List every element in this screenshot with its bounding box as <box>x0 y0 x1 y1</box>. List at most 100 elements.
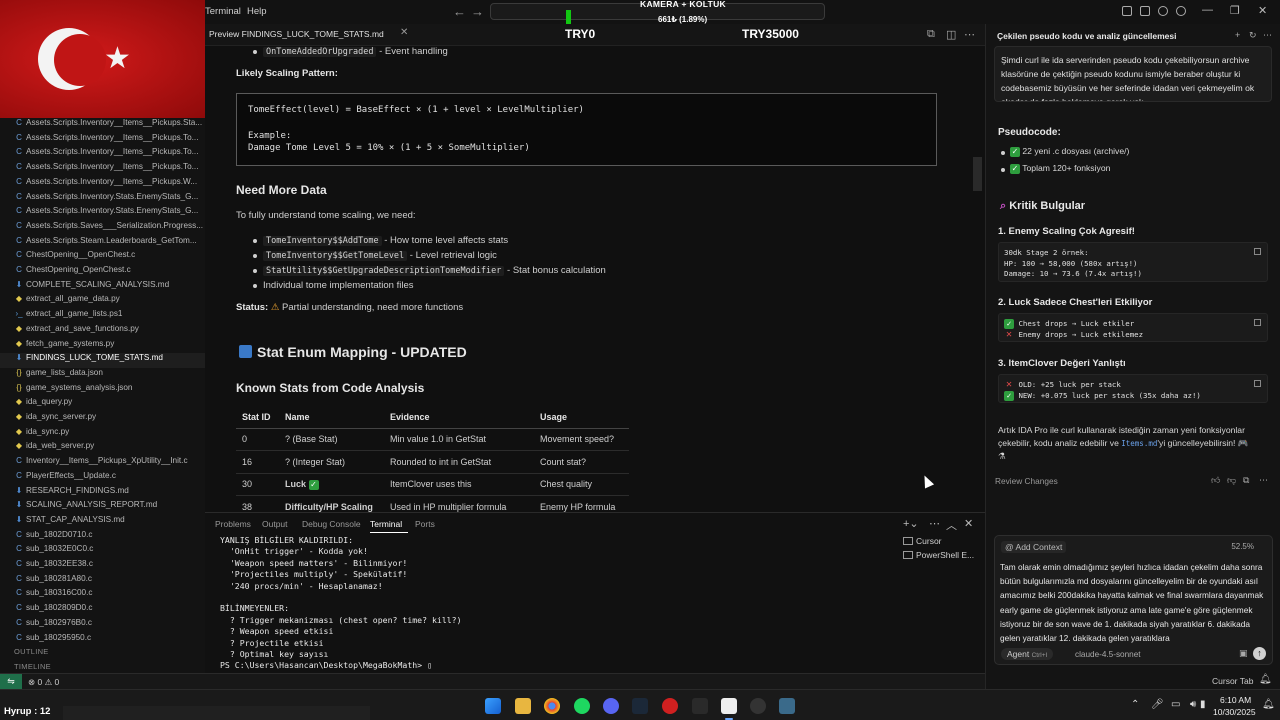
notifications-icon[interactable]: 🔔︎ <box>1262 699 1275 710</box>
file-item[interactable]: ◆ ida_query.py <box>0 397 205 412</box>
file-item[interactable]: ◆ ida_sync.py <box>0 427 205 442</box>
file-item[interactable]: C Assets.Scripts.Inventory__Items__Pickup… <box>0 147 205 162</box>
terminal-output[interactable]: YANLIŞ BİLGİLER KALDIRILDI: 'OnHit trigg… <box>220 535 462 672</box>
file-item[interactable]: {} game_systems_analysis.json <box>0 383 205 398</box>
microphone-icon[interactable]: 🎤︎ <box>1151 699 1164 710</box>
copy-icon[interactable] <box>1254 380 1261 387</box>
file-item[interactable]: Csub_1802809D0.c <box>0 603 205 618</box>
tab-preview-findings[interactable]: Preview FINDINGS_LUCK_TOME_STATS.md <box>209 29 384 39</box>
file-item[interactable]: ◆ ida_sync_server.py <box>0 412 205 427</box>
thumbs-up-icon[interactable]: 👍︎ <box>1211 475 1220 486</box>
send-button[interactable]: ↑ <box>1253 647 1266 660</box>
more-actions-icon[interactable]: ⋯ <box>964 28 975 41</box>
bell-icon[interactable]: 🔔︎ <box>1259 674 1272 685</box>
file-item[interactable]: ⬇ FINDINGS_LUCK_TOME_STATS.md <box>0 353 205 368</box>
file-item[interactable]: C Assets.Scripts.Inventory.Stats.EnemySta… <box>0 192 205 207</box>
copy-icon[interactable] <box>1254 319 1261 326</box>
chat-composer[interactable]: @ Add Context 52.5% Tam olarak emin olma… <box>994 535 1273 665</box>
file-item[interactable]: Csub_1802D0710.c <box>0 530 205 545</box>
network-icon[interactable]: ▭ <box>1171 699 1180 710</box>
spotify-icon[interactable] <box>574 698 590 714</box>
steam-icon[interactable] <box>632 698 648 714</box>
battery-icon[interactable]: ▮ <box>1200 699 1206 710</box>
copy-message-icon[interactable]: ⧉ <box>1243 475 1249 486</box>
windows-start-icon[interactable] <box>485 698 501 714</box>
taskbar-search[interactable] <box>63 706 370 720</box>
history-icon[interactable]: ↻ <box>1249 30 1257 41</box>
more-options-icon[interactable]: ⋯ <box>1259 475 1268 486</box>
image-attach-icon[interactable]: ▣ <box>1239 648 1248 659</box>
file-item[interactable]: ◆ extract_and_save_functions.py <box>0 324 205 339</box>
file-item[interactable]: C Assets.Scripts.Saves___Serialization.Pr… <box>0 221 205 236</box>
file-item[interactable]: C Assets.Scripts.Inventory__Items__Pickup… <box>0 162 205 177</box>
review-changes-link[interactable]: Review Changes <box>995 476 1058 486</box>
chevron-up-icon[interactable]: ⌃ <box>1131 699 1139 710</box>
file-item[interactable]: C PlayerEffects__Update.c <box>0 471 205 486</box>
file-item[interactable]: C ChestOpening_OpenChest.c <box>0 265 205 280</box>
clock-time[interactable]: 6:10 AM <box>1220 695 1251 705</box>
clock-date[interactable]: 10/30/2025 <box>1213 707 1256 717</box>
composer-input[interactable]: Tam olarak emin olmadığımız şeyleri hızl… <box>1000 560 1270 645</box>
file-explorer-icon[interactable] <box>515 698 531 714</box>
more-options-icon[interactable]: ⋯ <box>1263 30 1272 41</box>
forward-arrow-icon[interactable]: → <box>471 4 484 19</box>
toggle-panel-icon[interactable] <box>1140 6 1150 16</box>
user-message[interactable]: Şimdi curl ile ida serverinden pseudo ko… <box>994 46 1272 102</box>
outline-section[interactable]: OUTLINE <box>14 647 49 656</box>
menu-help[interactable]: Help <box>247 6 267 17</box>
chrome-icon[interactable] <box>544 698 560 714</box>
tab-terminal[interactable]: Terminal <box>370 519 402 529</box>
cursor-tab-status[interactable]: Cursor Tab <box>1212 676 1253 686</box>
file-item[interactable]: ⬇ STAT_CAP_ANALYSIS.md <box>0 515 205 530</box>
file-item[interactable]: C Assets.Scripts.Inventory__Items__Pickup… <box>0 177 205 192</box>
close-icon[interactable]: ✕ <box>1258 4 1267 17</box>
file-item[interactable]: Csub_180295950.c <box>0 633 205 648</box>
terminal-item-powershell[interactable]: PowerShell E... <box>903 550 974 560</box>
maximize-icon[interactable]: ❐ <box>1230 4 1240 17</box>
cursor-app-icon[interactable] <box>721 698 737 720</box>
model-selector[interactable]: claude-4.5-sonnet <box>1075 650 1141 659</box>
tab-output[interactable]: Output <box>262 519 288 529</box>
close-panel-icon[interactable]: ✕ <box>964 517 973 530</box>
remote-indicator-icon[interactable]: ⇋ <box>0 674 22 690</box>
add-context-button[interactable]: @ Add Context <box>1001 541 1067 553</box>
file-item[interactable]: Csub_180316C00.c <box>0 588 205 603</box>
editor-scrollbar[interactable] <box>973 157 982 191</box>
more-actions-icon[interactable]: ⋯ <box>929 517 940 530</box>
tab-debug-console[interactable]: Debug Console <box>302 519 361 529</box>
back-arrow-icon[interactable]: ← <box>453 4 466 19</box>
timeline-section[interactable]: TIMELINE <box>14 662 51 671</box>
file-item[interactable]: C Assets.Scripts.Steam.Leaderboards_GetTo… <box>0 236 205 251</box>
split-editor-icon[interactable]: ◫ <box>946 28 956 41</box>
gear-icon[interactable] <box>1176 6 1186 16</box>
file-item[interactable]: Csub_18032EE38.c <box>0 559 205 574</box>
tab-close-icon[interactable]: ✕ <box>400 27 408 38</box>
app-circle-icon[interactable] <box>750 698 766 714</box>
tab-ports[interactable]: Ports <box>415 519 435 529</box>
new-chat-icon[interactable]: + <box>1235 30 1240 40</box>
copy-icon[interactable] <box>1254 248 1261 255</box>
file-item[interactable]: ◆ fetch_game_systems.py <box>0 339 205 354</box>
file-item[interactable]: ›_ extract_all_game_lists.ps1 <box>0 309 205 324</box>
file-item[interactable]: ◆ extract_all_game_data.py <box>0 294 205 309</box>
open-source-icon[interactable]: ⧉ <box>927 28 935 41</box>
file-item[interactable]: ⬇ RESEARCH_FINDINGS.md <box>0 486 205 501</box>
file-item[interactable]: C ChestOpening__OpenChest.c <box>0 250 205 265</box>
file-item[interactable]: Csub_180281A80.c <box>0 574 205 589</box>
app-stripes-icon[interactable] <box>692 698 708 714</box>
file-item[interactable]: ⬇ COMPLETE_SCALING_ANALYSIS.md <box>0 280 205 295</box>
maximize-panel-icon[interactable]: ︿ <box>946 517 957 533</box>
agent-mode-button[interactable]: Agent Ctrl+I <box>1001 648 1054 660</box>
file-item[interactable]: Csub_18032E0C0.c <box>0 544 205 559</box>
shield-icon[interactable] <box>1158 6 1168 16</box>
new-terminal-icon[interactable]: +⌄ <box>903 517 919 530</box>
toggle-sidebar-icon[interactable] <box>1122 6 1132 16</box>
file-item[interactable]: {} game_lists_data.json <box>0 368 205 383</box>
file-item[interactable]: C Assets.Scripts.Inventory.Stats.EnemySta… <box>0 206 205 221</box>
tab-problems[interactable]: Problems <box>215 519 251 529</box>
file-item[interactable]: C Inventory__Items__Pickups_XpUtility__In… <box>0 456 205 471</box>
file-item[interactable]: ⬇ SCALING_ANALYSIS_REPORT.md <box>0 500 205 515</box>
app-red-icon[interactable] <box>662 698 678 714</box>
file-item[interactable]: C Assets.Scripts.Inventory__Items__Pickup… <box>0 118 205 133</box>
discord-icon[interactable] <box>603 698 619 714</box>
